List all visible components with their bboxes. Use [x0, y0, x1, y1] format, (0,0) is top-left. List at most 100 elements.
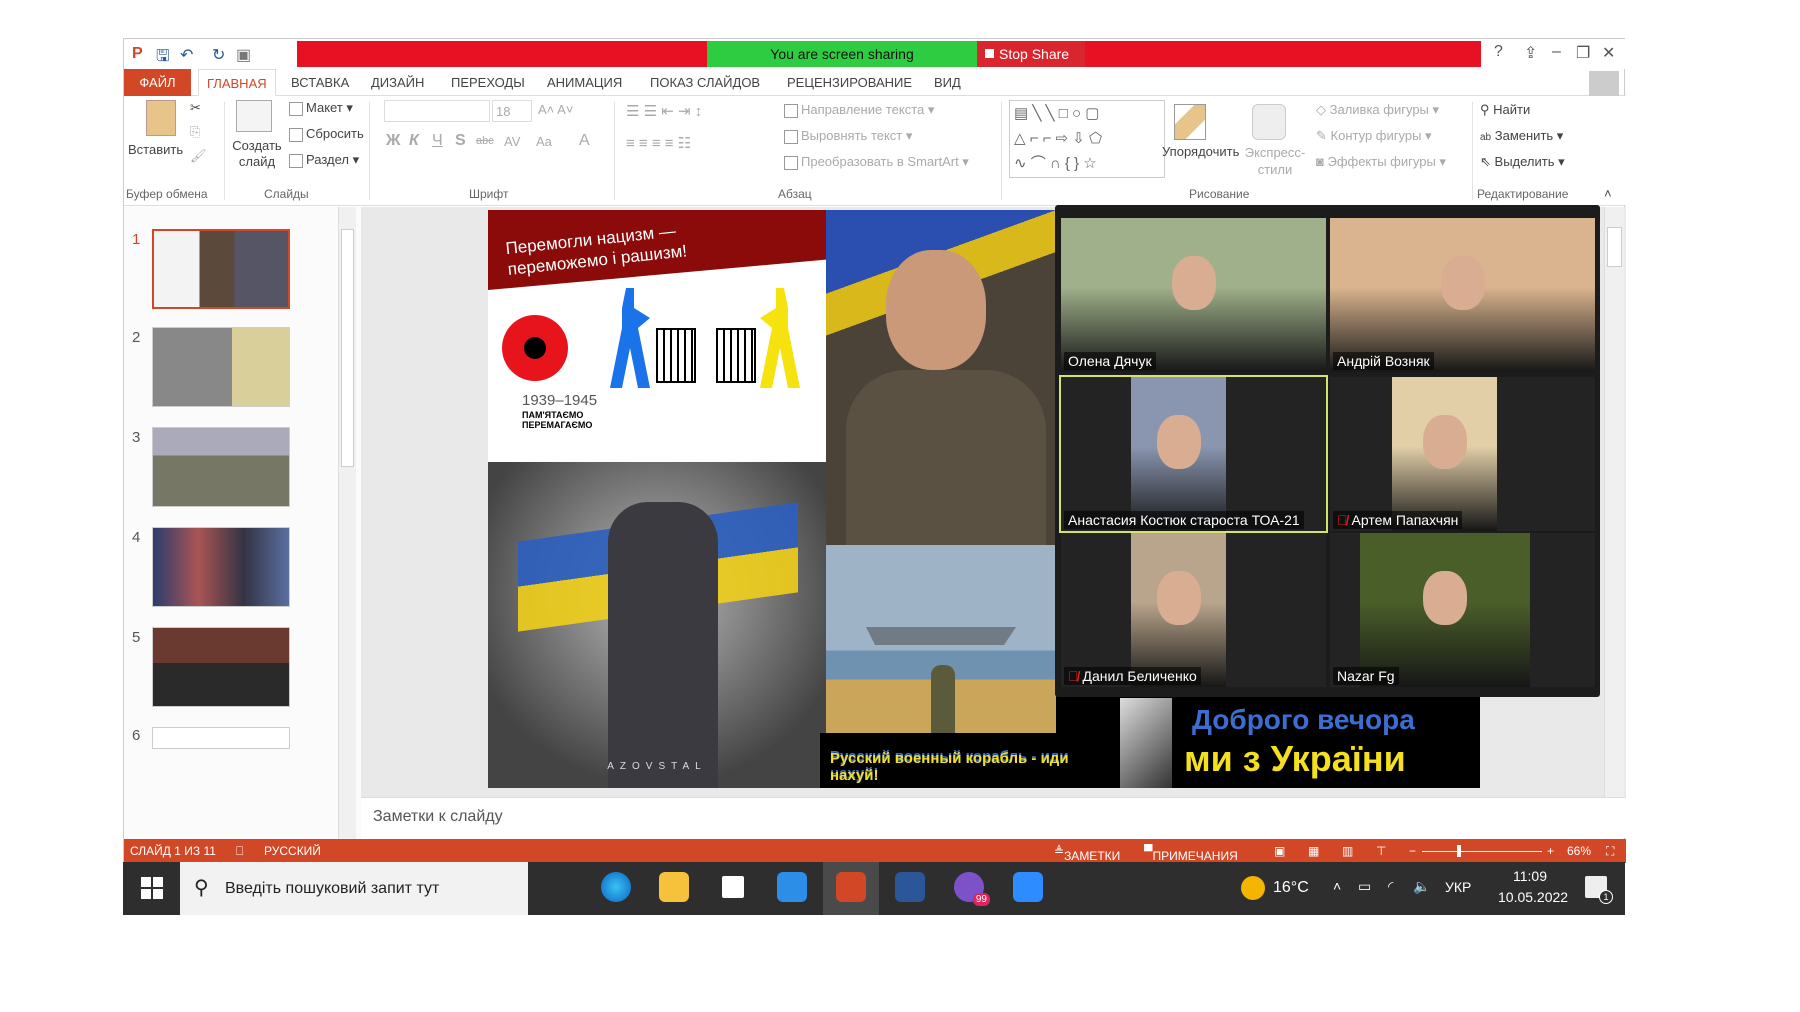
file-explorer-icon[interactable]	[659, 872, 689, 902]
start-slideshow-icon[interactable]: ▣	[236, 45, 251, 65]
participant-tile[interactable]: Олена Дячук	[1061, 218, 1326, 372]
close-button[interactable]: ✕	[1602, 43, 1615, 63]
ribbon-display-icon[interactable]: ⇪	[1524, 43, 1537, 63]
slideshow-view-icon[interactable]: ⊤	[1376, 844, 1386, 858]
shape-effects-button[interactable]: ◙ Эффекты фигуры ▾	[1316, 154, 1446, 170]
bullets-numbering-icons[interactable]: ☰ ☰ ⇤ ⇥ ↕	[626, 102, 702, 120]
redo-icon[interactable]: ↻	[212, 45, 225, 65]
slide-thumbnail-4[interactable]	[152, 527, 290, 607]
slide-thumbnail-1[interactable]	[152, 229, 290, 309]
editor-scrollbar[interactable]	[1604, 207, 1624, 797]
section-button[interactable]: Раздел ▾	[289, 152, 359, 168]
grow-font-icon[interactable]: A˄ A˅	[538, 102, 573, 117]
slide-thumbnail-3[interactable]	[152, 427, 290, 507]
show-hidden-icons[interactable]: ˄	[1333, 878, 1341, 894]
fit-to-window-icon[interactable]: ⛶	[1606, 844, 1614, 859]
participant-tile[interactable]: Nazar Fg	[1330, 533, 1595, 687]
tab-transitions[interactable]: ПЕРЕХОДЫ	[451, 69, 525, 96]
input-language[interactable]: УКР	[1445, 879, 1471, 895]
weather-temp[interactable]: 16°C	[1273, 879, 1309, 897]
zoom-slider[interactable]	[1422, 851, 1542, 852]
reading-view-icon[interactable]: ▥	[1342, 844, 1353, 858]
windows-start-icon[interactable]	[141, 877, 163, 899]
italic-button[interactable]: К	[409, 132, 419, 150]
participant-tile[interactable]: 🎙̸ Артем Папахчян	[1330, 377, 1595, 531]
weather-icon[interactable]	[1241, 876, 1265, 900]
scrollbar-thumb[interactable]	[341, 229, 354, 467]
slide-thumbnail-6[interactable]	[152, 727, 290, 749]
edge-icon[interactable]	[601, 872, 631, 902]
copy-icon[interactable]: ⎘	[190, 124, 200, 140]
clock-date[interactable]: 10.05.2022	[1498, 889, 1568, 905]
find-button[interactable]: ⚲ Найти	[1480, 102, 1530, 118]
tab-slideshow[interactable]: ПОКАЗ СЛАЙДОВ	[650, 69, 760, 96]
cut-icon[interactable]: ✂	[190, 100, 201, 116]
participant-tile[interactable]: Андрій Возняк	[1330, 218, 1595, 372]
clock-time[interactable]: 11:09	[1513, 868, 1547, 884]
word-icon[interactable]	[895, 872, 925, 902]
tab-view[interactable]: ВИД	[934, 69, 961, 96]
microsoft-store-icon[interactable]	[718, 872, 748, 902]
stop-share-button[interactable]: Stop Share	[977, 41, 1085, 67]
minimize-button[interactable]: –	[1552, 43, 1561, 61]
strikethrough-button[interactable]: abc	[476, 135, 494, 147]
slide-sorter-icon[interactable]: ▦	[1308, 844, 1319, 858]
notification-center-icon[interactable]: 1	[1585, 876, 1613, 904]
zoom-in-button[interactable]: +	[1547, 844, 1554, 858]
new-slide-button[interactable]: Создать слайд	[231, 138, 283, 170]
participant-tile[interactable]: Анастасия Костюк староста ТОА-21	[1059, 375, 1328, 533]
reset-button[interactable]: Сбросить	[289, 126, 364, 142]
powerpoint-taskbar-icon[interactable]	[836, 872, 866, 902]
battery-icon[interactable]: ▭	[1358, 878, 1371, 895]
wifi-icon[interactable]: ◜	[1388, 878, 1393, 895]
font-size-dropdown[interactable]: 18	[492, 100, 532, 122]
account-avatar[interactable]	[1589, 71, 1619, 97]
shape-fill-button[interactable]: ◇ Заливка фигуры ▾	[1316, 102, 1439, 118]
font-name-dropdown[interactable]	[384, 100, 490, 122]
select-button[interactable]: ⇖ Выделить ▾	[1480, 154, 1565, 170]
comments-toggle[interactable]: ▀ ПРИМЕЧАНИЯ	[1144, 844, 1238, 863]
screen-sharing-status[interactable]: You are screen sharing	[707, 41, 977, 67]
taskbar-search-box[interactable]: ⚲ Введіть пошуковий запит тут	[180, 862, 528, 915]
align-text-button[interactable]: Выровнять текст ▾	[784, 128, 912, 144]
tab-file[interactable]: ФАЙЛ	[124, 69, 191, 96]
zoom-app-icon[interactable]	[1013, 872, 1043, 902]
spellcheck-icon[interactable]: ⎕	[236, 844, 243, 859]
tab-review[interactable]: РЕЦЕНЗИРОВАНИЕ	[787, 69, 912, 96]
zoom-percent[interactable]: 66%	[1567, 844, 1591, 858]
notes-toggle[interactable]: ≜ ЗАМЕТКИ	[1054, 844, 1120, 863]
underline-button[interactable]: Ч	[432, 132, 443, 150]
restore-button[interactable]: ❐	[1576, 43, 1590, 63]
bold-button[interactable]: Ж	[386, 132, 400, 150]
undo-icon[interactable]: ↶	[180, 45, 193, 65]
slide-thumbnail-5[interactable]	[152, 627, 290, 707]
alignment-icons[interactable]: ≡ ≡ ≡ ≡ ☷	[626, 134, 691, 152]
help-icon[interactable]: ?	[1494, 43, 1503, 61]
char-spacing-button[interactable]: AV	[504, 134, 520, 149]
tab-design[interactable]: ДИЗАЙН	[371, 69, 424, 96]
language-indicator[interactable]: РУССКИЙ	[264, 844, 321, 858]
paste-button[interactable]: Вставить	[128, 142, 183, 157]
thumbnails-scrollbar[interactable]	[338, 207, 356, 839]
font-color-button[interactable]: A	[579, 132, 590, 150]
shadow-button[interactable]: S	[455, 132, 466, 150]
arrange-button[interactable]: Упорядочить	[1162, 144, 1239, 159]
zoom-out-button[interactable]: −	[1409, 844, 1416, 858]
tab-insert[interactable]: ВСТАВКА	[291, 69, 349, 96]
slide-thumbnail-2[interactable]	[152, 327, 290, 407]
collapse-ribbon-icon[interactable]: ˄	[1604, 186, 1612, 201]
scrollbar-thumb[interactable]	[1607, 227, 1622, 267]
volume-icon[interactable]: 🔈	[1413, 878, 1430, 895]
layout-button[interactable]: Макет ▾	[289, 100, 353, 116]
quick-styles-button[interactable]: Экспресс-стили	[1244, 144, 1306, 178]
replace-button[interactable]: ab Заменить ▾	[1480, 128, 1563, 144]
smartart-button[interactable]: Преобразовать в SmartArt ▾	[784, 154, 969, 170]
notes-pane[interactable]: Заметки к слайду	[361, 797, 1626, 838]
save-icon[interactable]: 🖫	[156, 45, 170, 72]
shapes-gallery[interactable]: ▤ ╲ ╲ □ ○ ▢ △ ⌐ ⌐ ⇨ ⇩ ⬠ ∿ ⌒ ∩ { } ☆	[1009, 100, 1165, 178]
format-painter-icon[interactable]: 🖌	[190, 148, 207, 164]
zoom-gallery-view[interactable]: Олена Дячук Андрій Возняк Анастасия Костюк…	[1055, 205, 1600, 697]
viber-icon[interactable]: 99	[954, 872, 990, 906]
zoom-slider-thumb[interactable]	[1457, 845, 1462, 857]
tab-animations[interactable]: АНИМАЦИЯ	[547, 69, 622, 96]
